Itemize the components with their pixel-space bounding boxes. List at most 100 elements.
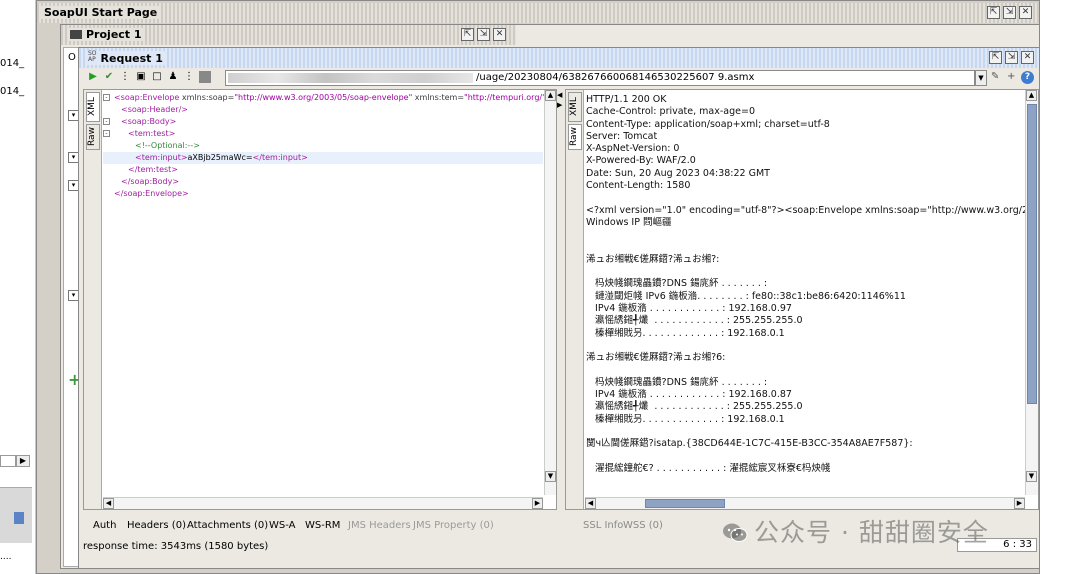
navigator-field[interactable] xyxy=(0,455,16,467)
maximize-icon[interactable]: ⇲ xyxy=(1005,51,1018,64)
xml-line[interactable]: </tem:test> xyxy=(103,164,178,176)
scroll-left-icon[interactable]: ◀ xyxy=(103,498,114,509)
add-assertion-icon[interactable]: ✔ xyxy=(103,71,115,83)
navigator-label-2[interactable]: 014_ xyxy=(0,86,24,97)
response-tab-ssl-info[interactable]: SSL Info xyxy=(583,520,623,531)
navigator-strip: 014_ 014_ ▶ .... xyxy=(0,0,36,574)
navigator-label-1[interactable]: 014_ xyxy=(0,58,24,69)
response-tab-wss-0[interactable]: WSS (0) xyxy=(623,520,663,531)
xml-line[interactable]: <tem:input>aXBjb25maWc=</tem:input> xyxy=(103,152,308,164)
scroll-left-icon[interactable]: ◀ xyxy=(585,498,596,509)
response-line: IPv4 鍦板潃 . . . . . . . . . . . . : 192.1… xyxy=(586,303,792,315)
request-tab-jms-headers[interactable]: JMS Headers xyxy=(348,520,411,531)
restore-icon[interactable]: ⇱ xyxy=(461,28,474,41)
fold-toggle-icon[interactable]: - xyxy=(103,94,110,101)
add-endpoint-icon[interactable]: + xyxy=(1007,71,1015,82)
close-icon[interactable]: ✕ xyxy=(1019,6,1032,19)
scroll-up-icon[interactable]: ▲ xyxy=(1026,90,1037,101)
scroll-right-icon[interactable]: ▶ xyxy=(1014,498,1025,509)
project-window-controls: ⇱ ⇲ ✕ xyxy=(461,28,506,41)
response-line: Content-Length: 1580 xyxy=(586,180,691,192)
fold-toggle-icon[interactable]: - xyxy=(103,118,110,125)
restore-icon[interactable]: ⇱ xyxy=(987,6,1000,19)
response-line: X-AspNet-Version: 0 xyxy=(586,143,680,155)
tab-raw[interactable]: Raw xyxy=(568,124,582,150)
response-line: 鏈湴閾炬帴 IPv6 鍦板潃. . . . . . . . : fe80::38… xyxy=(586,290,906,302)
options-icon[interactable]: ⋮ xyxy=(119,71,131,83)
xml-line[interactable]: - <soap:Envelope xmlns:soap="http://www.w… xyxy=(103,92,553,104)
help-icon[interactable]: ? xyxy=(1021,71,1034,84)
tab-xml[interactable]: XML xyxy=(86,92,100,122)
request-tab-ws-a[interactable]: WS-A xyxy=(269,520,295,531)
response-view-tabs: XML Raw xyxy=(566,90,584,509)
response-line xyxy=(586,365,1026,377)
response-line: IPv4 鍦板潃 . . . . . . . . . . . . : 192.1… xyxy=(586,389,792,401)
close-icon[interactable]: ✕ xyxy=(493,28,506,41)
fold-toggle-icon[interactable]: - xyxy=(103,130,110,137)
navigator-scroll-thumb[interactable] xyxy=(14,512,24,524)
options-icon[interactable]: ⋮ xyxy=(183,71,195,83)
project-titlebar[interactable]: Project 1 ⇱ ⇲ ✕ xyxy=(61,25,516,45)
request-tab-ws-rm[interactable]: WS-RM xyxy=(305,520,340,531)
maximize-icon[interactable]: ⇲ xyxy=(1003,6,1016,19)
url-text: /uage/20230804/638267660068146530225607 … xyxy=(476,72,755,83)
url-dropdown-icon[interactable]: ▼ xyxy=(975,70,987,86)
response-line: Server: Tomcat xyxy=(586,130,658,142)
xml-line[interactable]: <!--Optional:--> xyxy=(103,140,200,152)
endpoint-url-input[interactable]: /uage/20230804/638267660068146530225607 … xyxy=(225,70,975,86)
run-icon[interactable]: ▶ xyxy=(87,71,99,83)
close-icon[interactable]: ✕ xyxy=(1021,51,1034,64)
xml-line[interactable]: </soap:Body> xyxy=(103,176,179,188)
navigator-scroll-right-icon[interactable]: ▶ xyxy=(16,455,30,467)
response-line: Windows IP 閰嶇疆 xyxy=(586,216,672,228)
request-horizontal-scrollbar[interactable]: ◀ ▶ xyxy=(103,497,543,509)
response-line: 榛樿缃戝叧. . . . . . . . . . . . . : 192.168… xyxy=(586,413,785,425)
request-xml-content[interactable]: - <soap:Envelope xmlns:soap="http://www.w… xyxy=(103,90,553,495)
response-line: 瀛愮綉鎺╃爜 . . . . . . . . . . . . : 255.255… xyxy=(586,401,803,413)
request-tab-attachments-0[interactable]: Attachments (0) xyxy=(187,520,268,531)
start-page-titlebar[interactable]: SoapUI Start Page ⇱ ⇲ ✕ xyxy=(37,3,1039,23)
response-vertical-scrollbar[interactable]: ▲ ▼ xyxy=(1025,90,1038,495)
scroll-up-icon[interactable]: ▲ xyxy=(545,90,556,101)
scroll-down-icon[interactable]: ▼ xyxy=(545,471,556,482)
split-divider[interactable]: ◀ ▶ xyxy=(557,89,565,510)
restore-icon[interactable]: ⇱ xyxy=(989,51,1002,64)
response-line: 闅ч亾閫傞厤鍣?isatap.{38CD644E-1C7C-415E-B3CC-… xyxy=(586,438,913,450)
maximize-icon[interactable]: ⇲ xyxy=(477,28,490,41)
response-horizontal-scrollbar[interactable]: ◀ ▶ xyxy=(585,497,1025,509)
request-tab-headers-0[interactable]: Headers (0) xyxy=(127,520,186,531)
request-tab-auth[interactable]: Auth xyxy=(93,520,116,531)
project-tab-label[interactable]: O xyxy=(68,52,76,63)
tab-raw[interactable]: Raw xyxy=(86,124,100,150)
request-titlebar[interactable]: SO AP Request 1 ⇱ ⇲ ✕ xyxy=(79,48,1039,68)
scroll-down-icon[interactable]: ▼ xyxy=(1026,471,1037,482)
request-editor: XML Raw - <soap:Envelope xmlns:soap="http… xyxy=(83,89,557,510)
scroll-right-icon[interactable]: ▶ xyxy=(532,498,543,509)
response-line xyxy=(586,426,1026,438)
xml-line[interactable]: <soap:Header/> xyxy=(103,104,188,116)
xml-line[interactable]: - <tem:test> xyxy=(103,128,175,140)
request-tab-jms-property-0[interactable]: JMS Property (0) xyxy=(413,520,494,531)
request-vertical-scrollbar[interactable]: ▲ ▼ xyxy=(544,90,556,495)
xml-line[interactable]: - <soap:Body> xyxy=(103,116,176,128)
response-raw-content[interactable]: HTTP/1.1 200 OK Cache-Control: private, m… xyxy=(586,94,1026,494)
collapse-right-icon[interactable]: ▶ xyxy=(557,101,562,109)
request-toolbar: ▶ ✔ ⋮ ▣ □ ♟ ⋮ /uage/20230804/63826766006… xyxy=(79,69,1039,87)
response-line xyxy=(586,266,1026,278)
xml-line[interactable]: </soap:Envelope> xyxy=(103,188,189,200)
edit-endpoint-icon[interactable]: ✎ xyxy=(991,71,999,82)
collapse-left-icon[interactable]: ◀ xyxy=(557,91,562,99)
watermark: 公众号 · 甜甜圈安全 xyxy=(722,513,989,549)
response-hscroll-thumb[interactable] xyxy=(645,499,725,508)
single-view-icon[interactable]: □ xyxy=(151,71,163,83)
stop-icon[interactable] xyxy=(199,71,211,83)
response-scroll-thumb[interactable] xyxy=(1027,104,1037,404)
url-redacted xyxy=(228,73,473,83)
split-view-icon[interactable]: ▣ xyxy=(135,71,147,83)
tab-xml[interactable]: XML xyxy=(568,92,582,122)
user-icon[interactable]: ♟ xyxy=(167,71,179,83)
